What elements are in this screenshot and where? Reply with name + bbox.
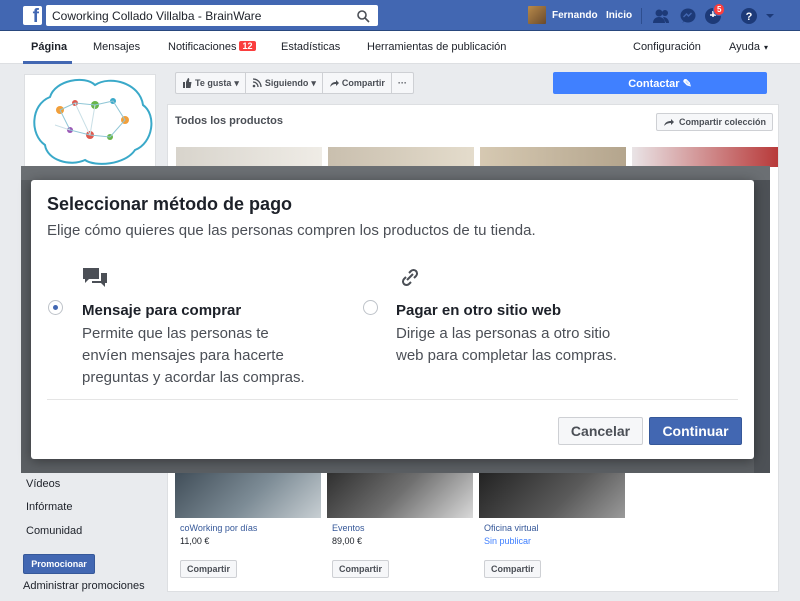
- chevron-down-icon: ▾: [311, 77, 316, 88]
- following-label: Siguiendo: [264, 78, 309, 88]
- notification-count-badge: 5: [713, 3, 726, 16]
- tab-statistics[interactable]: Estadísticas: [281, 41, 340, 53]
- product-thumbnail[interactable]: [328, 147, 474, 167]
- product-price: 89,00 €: [332, 536, 363, 546]
- chevron-down-icon: ▾: [764, 43, 769, 52]
- product-card[interactable]: Oficina virtual Sin publicar Compartir: [479, 466, 625, 583]
- chat-bubbles-icon: [83, 268, 107, 287]
- tab-notifications[interactable]: Notificaciones 12: [168, 41, 256, 53]
- profile-link[interactable]: Fernando: [528, 6, 598, 24]
- tab-messages[interactable]: Mensajes: [93, 41, 140, 53]
- search-input[interactable]: [46, 5, 346, 26]
- pencil-icon: ✎: [682, 77, 692, 90]
- product-thumbnail[interactable]: [480, 147, 626, 167]
- sidebar-item-info[interactable]: Infórmate: [26, 501, 72, 513]
- product-card[interactable]: Eventos 89,00 € Compartir: [327, 466, 473, 583]
- avatar: [528, 6, 546, 24]
- tab-settings[interactable]: Configuración: [633, 41, 701, 53]
- share-collection-label: Compartir colección: [679, 117, 767, 127]
- svg-text:?: ?: [746, 11, 753, 23]
- option-description-line: Permite que las personas te: [82, 325, 269, 342]
- tab-page[interactable]: Página: [31, 41, 67, 53]
- sidebar-item-videos[interactable]: Vídeos: [26, 478, 60, 490]
- sidebar-item-community[interactable]: Comunidad: [26, 525, 82, 537]
- product-share-button[interactable]: Compartir: [180, 560, 238, 578]
- option-description: Permite que las personas te envíen mensa…: [82, 323, 305, 389]
- option-description: Dirige a las personas a otro sitio web p…: [396, 323, 617, 367]
- active-tab-indicator: [23, 61, 72, 64]
- option-description-line: preguntas y acordar las compras.: [82, 369, 305, 386]
- product-status: Sin publicar: [484, 536, 532, 546]
- manage-promotions-link[interactable]: Administrar promociones: [23, 580, 145, 592]
- product-thumbnail[interactable]: [176, 147, 322, 167]
- home-link[interactable]: Inicio: [606, 10, 632, 21]
- dialog-title: Seleccionar método de pago: [47, 194, 293, 214]
- option-description-line: web para completar las compras.: [396, 347, 617, 364]
- radio-message-to-buy[interactable]: [48, 300, 63, 315]
- product-share-button[interactable]: Compartir: [484, 560, 542, 578]
- user-name: Fernando: [552, 9, 598, 21]
- continue-button[interactable]: Continuar: [649, 417, 742, 445]
- like-button[interactable]: Te gusta ▾: [175, 72, 246, 94]
- dialog-divider: [47, 399, 738, 400]
- payment-method-dialog: Seleccionar método de pago Elige cómo qu…: [31, 180, 754, 459]
- product-price: 11,00 €: [180, 536, 210, 546]
- chevron-down-icon: ▾: [234, 77, 239, 88]
- rss-icon: [252, 78, 262, 88]
- messenger-icon[interactable]: [678, 6, 698, 26]
- option-description-line: envíen mensajes para hacerte: [82, 347, 284, 364]
- search-icon[interactable]: [356, 9, 370, 23]
- help-icon[interactable]: ?: [739, 6, 759, 26]
- contact-button[interactable]: Contactar ✎: [553, 72, 767, 94]
- thumbs-up-icon: [183, 78, 192, 88]
- page-tabs: Página Mensajes Notificaciones 12 Estadís…: [0, 31, 800, 64]
- notifications-count-badge: 12: [239, 41, 256, 51]
- dialog-subtitle: Elige cómo quieres que las personas comp…: [47, 222, 536, 239]
- product-title[interactable]: coWorking por días: [180, 523, 321, 533]
- product-share-button[interactable]: Compartir: [332, 560, 390, 578]
- contact-label: Contactar: [628, 77, 680, 90]
- tab-notifications-label: Notificaciones: [168, 41, 237, 53]
- product-card[interactable]: coWorking por días 11,00 € Compartir: [175, 466, 321, 583]
- more-options-button[interactable]: ···: [390, 72, 414, 94]
- tab-publishing-tools[interactable]: Herramientas de publicación: [367, 41, 506, 53]
- help-menu[interactable]: Ayuda ▾: [729, 41, 768, 53]
- product-title[interactable]: Oficina virtual: [484, 523, 625, 533]
- option-description-line: Dirige a las personas a otro sitio: [396, 325, 611, 342]
- products-section-title: Todos los productos: [175, 115, 283, 127]
- share-arrow-icon: [664, 119, 674, 126]
- product-thumbnail[interactable]: [632, 147, 778, 167]
- product-image[interactable]: [479, 466, 625, 518]
- page-action-bar: Te gusta ▾ Siguiendo ▾ Compartir ···: [175, 72, 437, 94]
- more-icon: ···: [397, 78, 407, 88]
- search-box[interactable]: [46, 5, 378, 26]
- share-button[interactable]: Compartir: [321, 72, 392, 94]
- backdrop-strip: [754, 180, 770, 473]
- following-button[interactable]: Siguiendo ▾: [244, 72, 323, 94]
- share-label: Compartir: [341, 78, 385, 88]
- friend-requests-icon[interactable]: [651, 6, 671, 26]
- product-title[interactable]: Eventos: [332, 523, 473, 533]
- link-icon: [401, 268, 419, 287]
- page-profile-picture[interactable]: [24, 74, 156, 174]
- top-navigation-bar: f Fernando Inicio 5 ?: [0, 0, 800, 31]
- radio-external-website[interactable]: [363, 300, 378, 315]
- facebook-logo-icon[interactable]: f: [23, 6, 42, 25]
- share-collection-button[interactable]: Compartir colección: [656, 113, 774, 131]
- backdrop-strip: [21, 166, 770, 180]
- product-image[interactable]: [175, 466, 321, 518]
- option-title[interactable]: Pagar en otro sitio web: [396, 302, 561, 319]
- cancel-button[interactable]: Cancelar: [558, 417, 643, 445]
- brain-logo-icon: [33, 78, 153, 165]
- option-title[interactable]: Mensaje para comprar: [82, 302, 241, 319]
- help-label: Ayuda: [729, 41, 760, 53]
- like-label: Te gusta: [195, 78, 232, 88]
- share-arrow-icon: [329, 80, 339, 87]
- account-menu-chevron-icon[interactable]: [764, 6, 776, 26]
- product-image[interactable]: [327, 466, 473, 518]
- divider: [641, 8, 642, 24]
- promote-button[interactable]: Promocionar: [23, 554, 95, 574]
